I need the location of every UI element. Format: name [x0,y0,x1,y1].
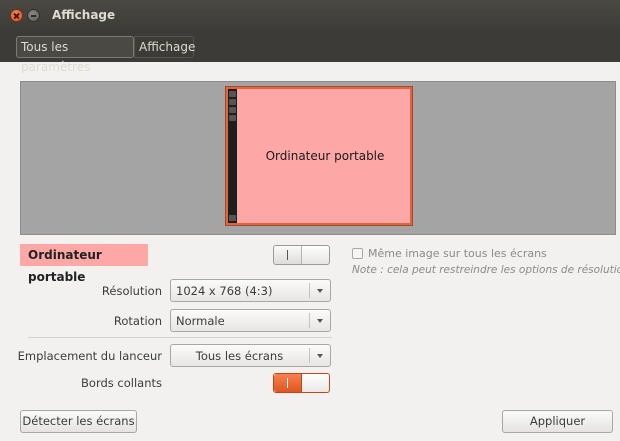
resolution-label: Résolution [101,284,162,298]
launcher-placement-value: Tous les écrans [195,349,284,363]
resolution-value: 1024 x 768 (4:3) [176,284,273,298]
mirror-label: Même image sur tous les écrans [368,247,547,260]
mirror-checkbox[interactable] [352,248,363,259]
launcher-bar-preview [228,89,237,223]
title-bar: Affichage [0,0,620,32]
divider [28,337,332,338]
window-title: Affichage [52,8,116,22]
monitor-arrangement-area[interactable]: Ordinateur portable [20,81,616,235]
chevron-down-icon [317,319,323,323]
breadcrumb-all-settings[interactable]: Tous les paramètres [16,36,134,74]
detect-displays-button[interactable]: Détecter les écrans [20,410,137,433]
resolution-select[interactable]: 1024 x 768 (4:3) [170,279,331,302]
display-enabled-switch[interactable] [273,245,330,265]
rotation-select[interactable]: Normale [170,309,331,332]
monitor-preview[interactable]: Ordinateur portable [226,87,412,225]
close-icon[interactable] [10,9,23,22]
chevron-down-icon [317,289,323,293]
rotation-value: Normale [176,314,225,328]
monitor-label: Ordinateur portable [265,149,385,163]
resolution-note: Note : cela peut restreindre les options… [352,264,620,276]
launcher-placement-select[interactable]: Tous les écrans [170,344,331,367]
breadcrumb: Tous les paramètres Affichage [0,32,620,74]
sticky-edges-switch[interactable] [273,373,330,393]
sticky-edges-label: Bords collants [81,376,162,390]
display-name: Ordinateur portable [20,244,148,284]
rotation-label: Rotation [113,314,162,328]
minimize-icon[interactable] [27,9,40,22]
apply-button[interactable]: Appliquer [502,410,613,433]
launcher-placement-label: Emplacement du lanceur [17,349,162,363]
chevron-down-icon [317,354,323,358]
switch-knob [274,374,302,392]
breadcrumb-display[interactable]: Affichage [134,36,195,58]
switch-knob [274,246,302,264]
